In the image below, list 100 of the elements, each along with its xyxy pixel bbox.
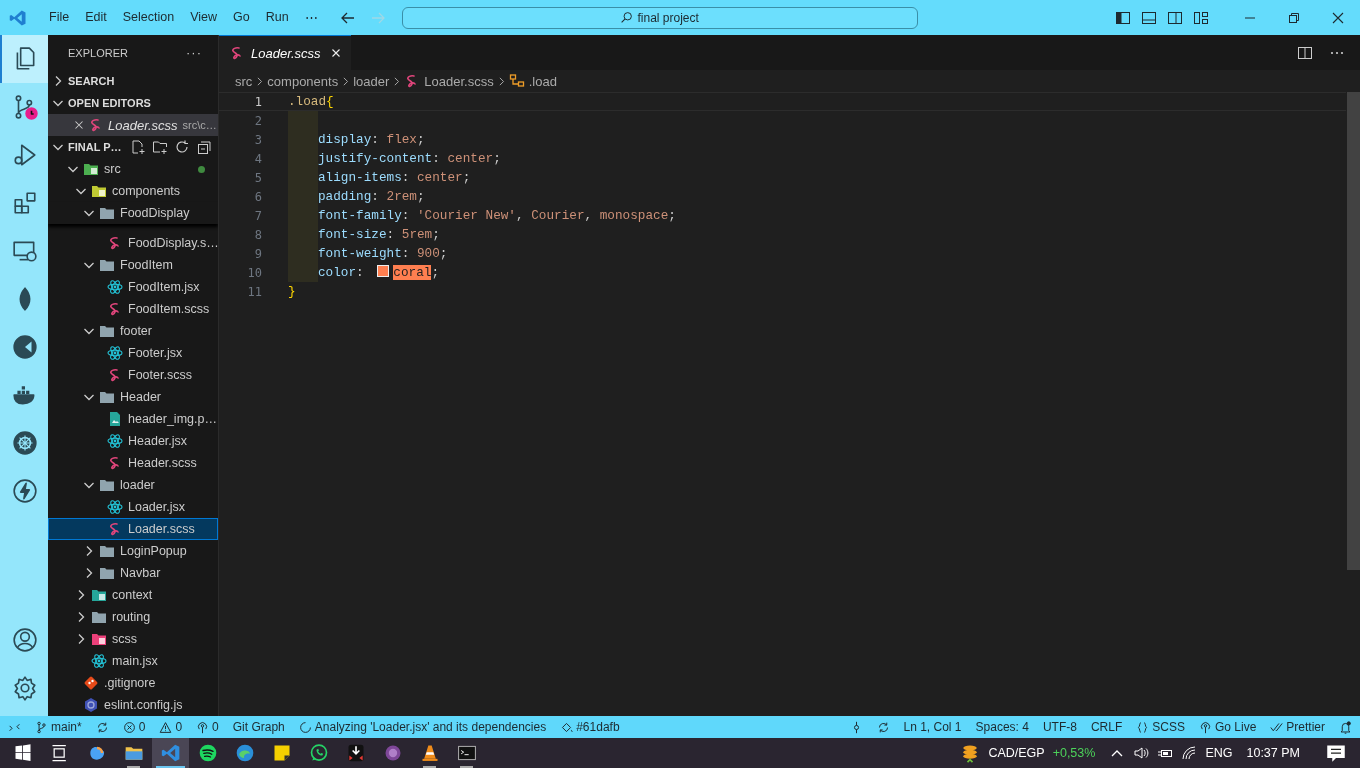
breadcrumb[interactable]: src	[235, 73, 253, 89]
toggle-sidebar-icon[interactable]	[1115, 9, 1131, 26]
status-item[interactable]: 0	[157, 720, 185, 734]
browser-icon[interactable]	[234, 743, 255, 763]
clock[interactable]: 10:37 PM	[1246, 746, 1300, 760]
collapse-all-icon[interactable]	[195, 139, 212, 155]
status-item[interactable]: CRLF	[1088, 720, 1125, 734]
tree-item[interactable]: context	[48, 584, 218, 606]
tree-item[interactable]: FoodItem	[48, 254, 218, 276]
double-check-icon	[1270, 720, 1284, 734]
music-app-icon[interactable]	[197, 743, 218, 763]
react-icon	[91, 653, 107, 669]
tree-item[interactable]: eslint.config.js	[48, 694, 218, 716]
menu-item[interactable]: Run	[257, 10, 297, 25]
chat-app-icon[interactable]	[308, 743, 329, 763]
menu-item[interactable]: Selection	[114, 10, 183, 25]
split-editor-icon[interactable]	[1297, 44, 1313, 61]
toggle-panel-icon[interactable]	[1141, 9, 1157, 26]
breadcrumb[interactable]: components	[267, 73, 339, 89]
new-file-icon[interactable]	[129, 139, 146, 155]
sass-folder-icon	[91, 631, 107, 647]
error-icon	[122, 720, 136, 734]
status-item[interactable]: SCSS	[1134, 720, 1187, 734]
command-search-field[interactable]: final project	[401, 6, 918, 29]
status-item[interactable]: main*	[33, 720, 84, 734]
refresh-icon[interactable]	[173, 139, 190, 155]
tree-item[interactable]: loader	[48, 474, 218, 496]
speaker-icon[interactable]	[1133, 745, 1150, 761]
tree-item[interactable]: Header.scss	[48, 452, 218, 474]
menu-item[interactable]: ⋯	[296, 10, 326, 25]
customize-layout-icon[interactable]	[1193, 9, 1209, 26]
breadcrumb[interactable]: .load	[528, 73, 557, 89]
settings-icon[interactable]	[12, 675, 38, 701]
tree-item[interactable]: Header.jsx	[48, 430, 218, 452]
more-actions-button[interactable]: ···	[186, 45, 202, 60]
breadcrumb[interactable]: loader	[353, 73, 390, 89]
status-item[interactable]: Go Live	[1196, 720, 1259, 734]
status-item[interactable]: Git Graph	[230, 720, 287, 734]
tree-item[interactable]: scss	[48, 628, 218, 650]
tree-item[interactable]: FoodDisplay	[48, 202, 218, 224]
activity-button[interactable]	[0, 35, 48, 83]
code-editor-icon[interactable]	[160, 743, 181, 763]
status-item[interactable]: Prettier	[1268, 720, 1327, 734]
section-header[interactable]: SEARCH	[48, 70, 218, 92]
breadcrumb[interactable]: Loader.scss	[424, 73, 494, 89]
run-debug-icon[interactable]	[12, 142, 38, 168]
tree-item[interactable]: Loader.scss	[48, 518, 218, 540]
notifications-icon[interactable]	[1326, 743, 1346, 763]
line-number: 9	[253, 246, 262, 261]
code-text: color: coral;	[318, 265, 439, 280]
menu-item[interactable]: File	[41, 10, 78, 25]
editor-tab[interactable]: Loader.scss	[219, 35, 351, 70]
tree-item[interactable]: FoodItem.scss	[48, 298, 218, 320]
react-icon	[107, 279, 123, 295]
status-item[interactable]: Ln 1, Col 1	[901, 720, 964, 734]
menu-item[interactable]: View	[182, 10, 225, 25]
tree-item[interactable]: src	[48, 158, 218, 180]
line-number: 3	[253, 132, 262, 147]
menu-item[interactable]: Go	[225, 10, 258, 25]
wheel-icon[interactable]	[12, 430, 38, 456]
folder-icon	[99, 389, 115, 405]
pie-icon[interactable]	[12, 334, 38, 360]
tree-item[interactable]: Header	[48, 386, 218, 408]
network-folder-icon	[91, 587, 107, 603]
react-icon	[107, 345, 123, 361]
tree-item[interactable]: Footer.scss	[48, 364, 218, 386]
status-item[interactable]: UTF-8	[1040, 720, 1079, 734]
tree-item[interactable]: LoginPopup	[48, 540, 218, 562]
new-folder-icon[interactable]	[151, 139, 168, 155]
tree-item[interactable]: components	[48, 180, 218, 202]
tree-item[interactable]: FoodItem.jsx	[48, 276, 218, 298]
section-header[interactable]: FINAL P…	[48, 136, 218, 158]
menu-item[interactable]: Edit	[77, 10, 115, 25]
line-number: 6	[253, 189, 262, 204]
extensions-icon[interactable]	[12, 190, 38, 216]
open-editor-item[interactable]: Loader.scss src\c…	[48, 114, 218, 136]
tree-item[interactable]: Loader.jsx	[48, 496, 218, 518]
tree-item[interactable]: Footer.jsx	[48, 342, 218, 364]
folder-icon	[99, 543, 115, 559]
lightning-icon[interactable]	[12, 478, 38, 504]
status-item[interactable]: #61dafb	[558, 720, 622, 734]
tree-item[interactable]: footer	[48, 320, 218, 342]
status-item[interactable]: Spaces: 4	[973, 720, 1031, 734]
toggle-secondary-sidebar-icon[interactable]	[1167, 9, 1183, 26]
tree-item[interactable]: header_img.p…	[48, 408, 218, 430]
tree-item[interactable]: main.jsx	[48, 650, 218, 672]
scrollbar[interactable]	[1347, 92, 1360, 570]
tree-item[interactable]: routing	[48, 606, 218, 628]
code-text: padding: 2rem;	[318, 189, 425, 204]
status-item[interactable]: 0	[120, 720, 148, 734]
input-language[interactable]: ENG	[1205, 746, 1233, 760]
tree-item[interactable]: .gitignore	[48, 672, 218, 694]
terminal-icon[interactable]	[456, 743, 477, 763]
wifi-icon[interactable]	[1181, 745, 1198, 761]
broadcast-icon	[1198, 720, 1212, 734]
status-item[interactable]: 0	[194, 720, 221, 734]
account-icon[interactable]	[12, 627, 38, 653]
section-header[interactable]: OPEN EDITORS	[48, 92, 218, 114]
tree-item[interactable]: FoodDisplay.s…	[48, 232, 218, 254]
tree-item[interactable]: Navbar	[48, 562, 218, 584]
